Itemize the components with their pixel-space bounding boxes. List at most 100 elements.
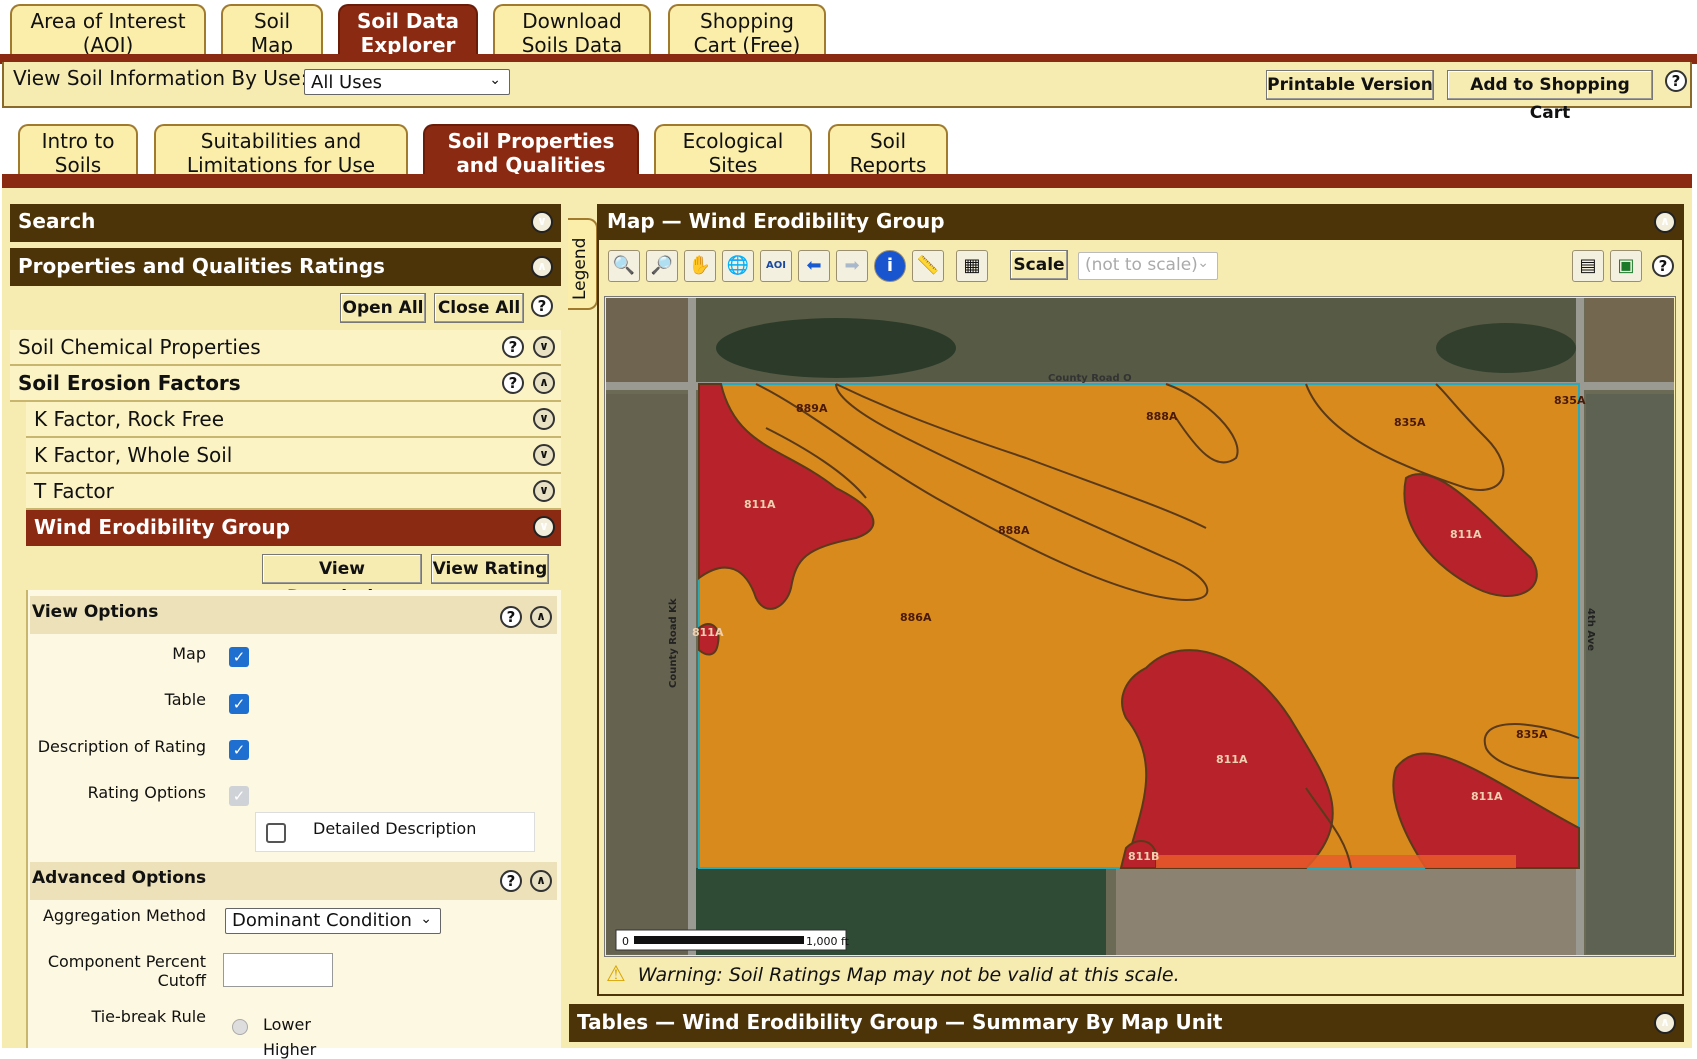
field [1116, 868, 1576, 955]
help-icon[interactable]: ? [500, 870, 522, 892]
option-map-label: Map [172, 644, 206, 663]
zoom-to-aoi-icon[interactable]: AOI [760, 250, 792, 282]
tab-shopping-cart[interactable]: Shopping Cart (Free) [668, 4, 826, 57]
tab-ecological-sites[interactable]: Ecological Sites [654, 124, 812, 177]
close-all-button[interactable]: Close All [434, 293, 524, 323]
map-unit-label: 811A [1450, 528, 1482, 541]
help-icon[interactable]: ? [1665, 70, 1687, 92]
scale-button[interactable]: Scale [1010, 250, 1068, 280]
scale-zero: 0 [622, 935, 629, 948]
legend-tab[interactable]: Legend [568, 218, 598, 310]
help-icon[interactable]: ? [502, 336, 524, 358]
k-factor-whole-soil-row[interactable]: K Factor, Whole Soil ∨ [26, 438, 561, 474]
map-view-icon[interactable]: ▣ [1610, 250, 1642, 282]
search-header[interactable]: Search ∨ [10, 204, 561, 242]
tab-soil-data-explorer[interactable]: Soil Data Explorer [338, 4, 478, 57]
tab-label: Shopping [700, 9, 794, 33]
tab-intro-to-soils[interactable]: Intro to Soils [18, 124, 138, 177]
indent-gutter [10, 402, 26, 1048]
layout-icon[interactable]: ▤ [1572, 250, 1604, 282]
help-icon[interactable]: ? [502, 372, 524, 394]
wind-erodibility-group-row[interactable]: Wind Erodibility Group ∨ [26, 510, 561, 546]
field [1586, 298, 1674, 384]
chevron-down-icon[interactable]: ∨ [533, 336, 555, 358]
table-checkbox[interactable]: ✓ [229, 694, 249, 714]
option-rating-label: Rating Options [87, 783, 206, 802]
soil-erosion-factors-row[interactable]: Soil Erosion Factors ? ∧ [10, 366, 561, 402]
chevron-up-icon[interactable]: ∧ [1654, 1012, 1676, 1034]
tab-soil-properties[interactable]: Soil Properties and Qualities [423, 124, 639, 177]
tab-soil-reports[interactable]: Soil Reports [828, 124, 948, 177]
map-header: Map — Wind Erodibility Group ∧ [599, 204, 1684, 240]
tables-title: Tables — Wind Erodibility Group — Summar… [577, 1010, 1223, 1034]
t-factor-row[interactable]: T Factor ∨ [26, 474, 561, 510]
chevron-up-icon[interactable]: ∧ [530, 870, 552, 892]
tab-label: Soil Properties [447, 129, 615, 153]
help-icon[interactable]: ? [531, 295, 553, 317]
layers-icon[interactable]: ▦ [956, 250, 988, 282]
view-options-header[interactable]: View Options ? ∧ [30, 596, 557, 634]
soil-chemical-properties-row[interactable]: Soil Chemical Properties ? ∨ [10, 330, 561, 366]
ratings-title: Properties and Qualities Ratings [18, 254, 385, 278]
chevron-down-icon[interactable]: ∨ [533, 444, 555, 466]
full-extent-globe-icon[interactable]: 🌐 [722, 250, 754, 282]
chevron-up-icon[interactable]: ∧ [1654, 211, 1676, 233]
aggregation-label: Aggregation Method [42, 906, 206, 925]
forward-arrow-icon[interactable]: ➡ [836, 250, 868, 282]
tab-download-soils-data[interactable]: Download Soils Data [493, 4, 651, 57]
help-icon[interactable]: ? [1652, 255, 1674, 277]
tables-header[interactable]: Tables — Wind Erodibility Group — Summar… [569, 1004, 1684, 1042]
map-unit-label: 811A [1216, 753, 1248, 766]
open-all-button[interactable]: Open All [340, 293, 426, 323]
view-rating-button[interactable]: View Rating [431, 554, 549, 584]
identify-info-icon[interactable]: i [874, 250, 906, 282]
detailed-description-box: Detailed Description [255, 812, 535, 852]
row-label: Wind Erodibility Group [34, 515, 290, 539]
scale-value: (not to scale) [1085, 255, 1198, 275]
detailed-description-checkbox[interactable] [266, 823, 286, 843]
chevron-up-icon[interactable]: ∧ [530, 606, 552, 628]
tab-area-of-interest[interactable]: Area of Interest (AOI) [10, 4, 206, 57]
road-label: 4th Ave [1585, 608, 1596, 651]
map-checkbox[interactable]: ✓ [229, 647, 249, 667]
aggregation-select[interactable]: Dominant Condition ⌄ [225, 908, 441, 934]
map-unit-label: 886A [900, 611, 932, 624]
add-to-cart-button[interactable]: Add to Shopping Cart [1447, 70, 1653, 123]
chevron-up-icon[interactable]: ∧ [533, 372, 555, 394]
soil-map[interactable]: County Road O County Road Kk 4th Ave 889… [606, 298, 1674, 955]
tab-suitabilities[interactable]: Suitabilities and Limitations for Use [154, 124, 408, 177]
higher-label: Higher [263, 1040, 317, 1059]
chevron-down-icon[interactable]: ∨ [533, 516, 555, 538]
pan-hand-icon[interactable]: ✋ [684, 250, 716, 282]
chevron-up-icon[interactable]: ∧ [531, 256, 553, 278]
k-factor-rock-free-row[interactable]: K Factor, Rock Free ∨ [26, 402, 561, 438]
zoom-in-icon[interactable]: 🔍 [608, 250, 640, 282]
label-line: Component Percent [47, 952, 206, 971]
advanced-options-header[interactable]: Advanced Options ? ∧ [30, 862, 557, 900]
chevron-down-icon[interactable]: ∨ [533, 480, 555, 502]
detailed-description-label: Detailed Description [313, 819, 477, 838]
field [1586, 394, 1674, 954]
back-arrow-icon[interactable]: ⬅ [798, 250, 830, 282]
view-description-button[interactable]: View Description [262, 554, 422, 607]
description-checkbox[interactable]: ✓ [229, 740, 249, 760]
help-icon[interactable]: ? [500, 606, 522, 628]
map-unit-label: 888A [998, 524, 1030, 537]
lower-radio[interactable] [232, 1019, 248, 1035]
chevron-down-icon: ⌄ [1197, 255, 1209, 271]
chevron-down-icon[interactable]: ∨ [531, 211, 553, 233]
ratings-header[interactable]: Properties and Qualities Ratings ∧ [10, 248, 561, 286]
measure-ruler-icon[interactable]: 📏 [912, 250, 944, 282]
row-label: Soil Chemical Properties [18, 335, 261, 359]
row-label: K Factor, Rock Free [34, 407, 225, 431]
tab-label: Soil [869, 129, 907, 153]
chevron-down-icon[interactable]: ∨ [533, 408, 555, 430]
use-select[interactable]: All Uses ⌄ [304, 69, 510, 95]
row-label: Soil Erosion Factors [18, 371, 241, 395]
scale-select[interactable]: (not to scale) ⌄ [1078, 252, 1218, 280]
zoom-out-icon[interactable]: 🔎 [646, 250, 678, 282]
component-percent-input[interactable] [223, 953, 333, 987]
map-unit-label: 811A [1471, 790, 1503, 803]
tab-soil-map[interactable]: Soil Map [221, 4, 323, 57]
printable-version-button[interactable]: Printable Version [1266, 70, 1434, 100]
